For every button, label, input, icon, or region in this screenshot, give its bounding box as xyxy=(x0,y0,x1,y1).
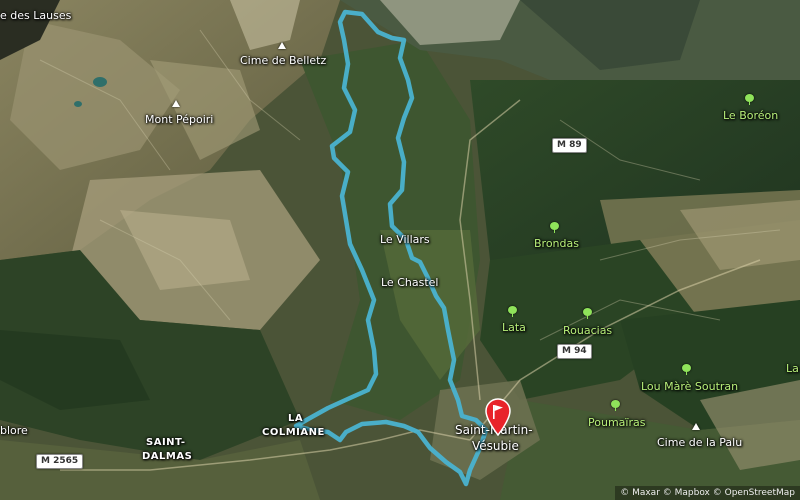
tree-icon xyxy=(583,308,592,319)
place-label-la-colmiane-line1: LA xyxy=(288,413,304,424)
satellite-terrain xyxy=(0,0,800,500)
peak-triangle-icon xyxy=(172,100,180,107)
place-label-lou-mare-soutran: Lou Màrè Soutran xyxy=(641,380,739,393)
place-label-brondas: Brondas xyxy=(534,237,579,250)
place-label-saint-dalmas-line2: DALMAS xyxy=(142,451,193,462)
road-shield-m2565: M 2565 xyxy=(36,454,84,469)
tree-icon xyxy=(611,400,620,411)
place-label-saint-dalmas-line1: SAINT- xyxy=(146,437,186,448)
peak-triangle-icon xyxy=(692,423,700,430)
place-label-le-chastel: Le Chastel xyxy=(381,276,439,289)
map-view[interactable]: e des Lauses Cime de Belletz Mont Pépoir… xyxy=(0,0,800,500)
tree-icon xyxy=(682,364,691,375)
place-label-rouacias: Rouacias xyxy=(563,324,613,337)
tree-icon xyxy=(745,94,754,105)
place-label-lata: Lata xyxy=(502,321,526,334)
place-label-mont-pepoiri: Mont Pépoiri xyxy=(145,113,214,126)
map-attribution[interactable]: © Maxar © Mapbox © OpenStreetMap xyxy=(615,486,800,500)
place-label-saint-martin-line2: Vésubie xyxy=(472,439,519,453)
road-shield-m89: M 89 xyxy=(552,138,587,153)
place-label-blore: blore xyxy=(0,424,28,437)
road-shield-m94: M 94 xyxy=(557,344,592,359)
place-label-cime-de-belletz: Cime de Belletz xyxy=(240,54,327,67)
place-label-la: La xyxy=(786,362,799,375)
place-label-poumairas: Poumaïras xyxy=(588,416,646,429)
flag-marker-icon[interactable] xyxy=(484,398,512,436)
place-label-la-colmiane-line2: COLMIANE xyxy=(262,427,325,438)
tree-icon xyxy=(508,306,517,317)
place-label-le-villars: Le Villars xyxy=(380,233,430,246)
peak-triangle-icon xyxy=(278,42,286,49)
tree-icon xyxy=(550,222,559,233)
place-label-le-boreon: Le Boréon xyxy=(723,109,779,122)
place-label-lac-des-lauses: e des Lauses xyxy=(0,9,72,22)
place-label-cime-de-la-palu: Cime de la Palu xyxy=(657,436,743,449)
